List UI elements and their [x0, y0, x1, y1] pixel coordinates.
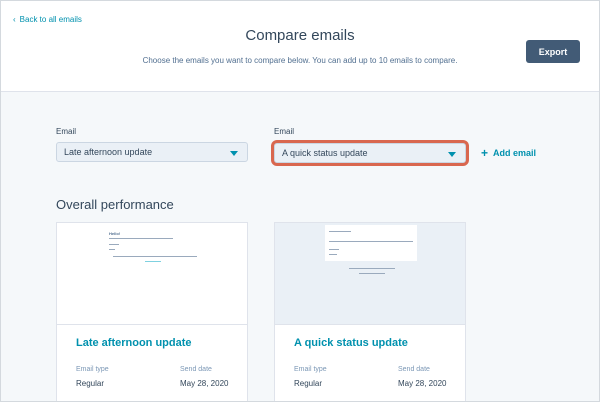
preview-text-line — [329, 241, 413, 242]
email-select-2-value: A quick status update — [282, 148, 368, 158]
send-date-value: May 28, 2020 — [398, 379, 447, 388]
plus-icon: + — [481, 146, 489, 160]
back-to-all-emails-link[interactable]: ‹ Back to all emails — [13, 15, 82, 24]
caret-down-icon — [448, 152, 456, 157]
back-link-label: Back to all emails — [19, 15, 82, 24]
email-type-value: Regular — [76, 379, 105, 388]
preview-text-line — [113, 256, 197, 257]
add-email-label: Add email — [493, 148, 537, 158]
email-preview-thumbnail[interactable] — [275, 223, 465, 325]
email-type-label: Email type — [76, 366, 109, 373]
preview-text-line — [359, 273, 385, 274]
compare-emails-page: ‹ Back to all emails Compare emails Choo… — [0, 0, 600, 402]
preview-content-block — [325, 225, 417, 261]
send-date-value: May 28, 2020 — [180, 379, 229, 388]
email-select-1[interactable]: Late afternoon update — [56, 142, 248, 162]
email-select-1-label: Email — [56, 127, 77, 136]
email-select-2[interactable]: A quick status update — [274, 143, 466, 163]
email-select-2-label: Email — [274, 127, 295, 136]
send-date-label: Send date — [180, 366, 212, 373]
email-card-name[interactable]: Late afternoon update — [76, 337, 192, 349]
preview-link-line — [145, 261, 161, 262]
page-header: ‹ Back to all emails Compare emails Choo… — [1, 1, 599, 92]
add-email-button[interactable]: + Add email — [481, 146, 537, 160]
overall-performance-heading: Overall performance — [56, 197, 174, 212]
chevron-left-icon: ‹ — [13, 14, 16, 24]
email-card: A quick status update Email type Regular… — [274, 222, 466, 401]
preview-text-line — [109, 244, 119, 245]
page-title: Compare emails — [245, 27, 355, 44]
preview-text-line — [109, 249, 115, 250]
preview-text-line — [109, 238, 173, 239]
preview-greeting: Hello! — [109, 231, 121, 236]
preview-text-line — [329, 249, 339, 250]
export-button[interactable]: Export — [526, 40, 580, 63]
email-select-1-value: Late afternoon update — [64, 147, 153, 157]
email-card-name[interactable]: A quick status update — [294, 337, 408, 349]
caret-down-icon — [230, 151, 238, 156]
preview-text-line — [329, 231, 351, 232]
preview-text-line — [349, 268, 395, 269]
page-subtitle: Choose the emails you want to compare be… — [142, 56, 458, 65]
email-type-value: Regular — [294, 379, 323, 388]
email-preview-thumbnail[interactable]: Hello! — [57, 223, 247, 325]
email-card: Hello! Late afternoon update Email type … — [56, 222, 248, 401]
email-type-label: Email type — [294, 366, 327, 373]
send-date-label: Send date — [398, 366, 430, 373]
preview-text-line — [329, 254, 337, 255]
